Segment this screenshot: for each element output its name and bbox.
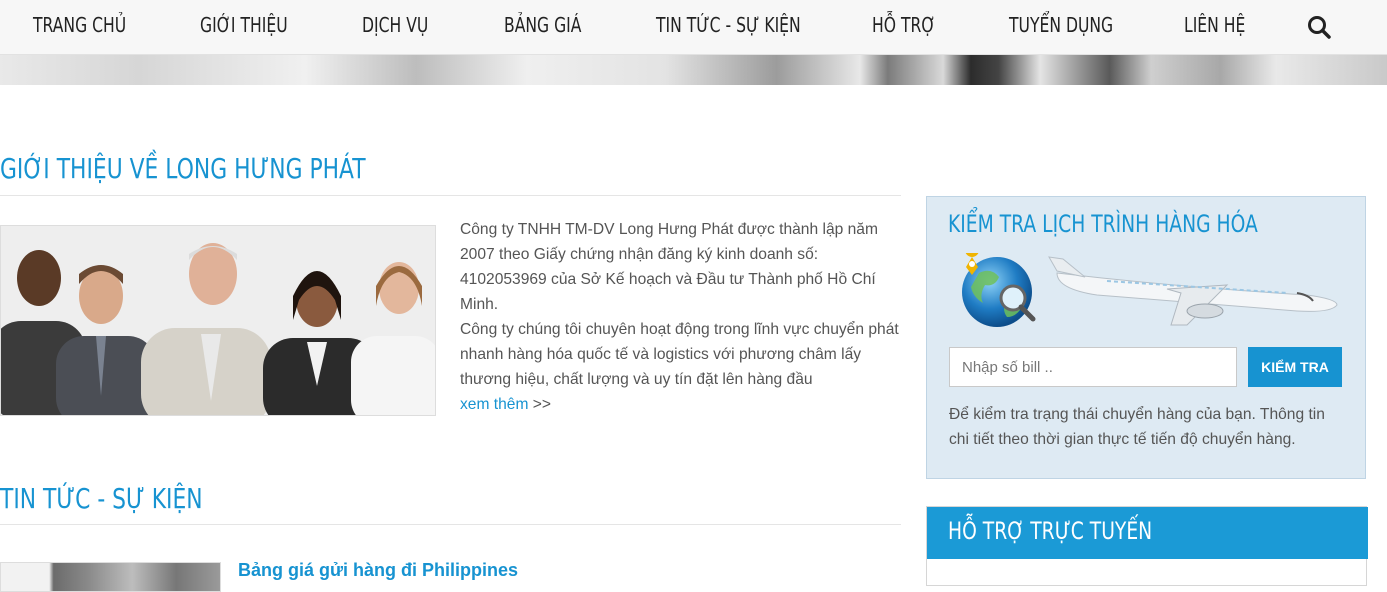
- read-more-link[interactable]: xem thêm: [460, 396, 528, 413]
- about-paragraph-2: Công ty chúng tôi chuyên hoạt động trong…: [460, 321, 899, 388]
- section-divider: [0, 195, 901, 196]
- nav-item-contact[interactable]: LIÊN HỆ: [1184, 13, 1263, 38]
- section-divider: [0, 524, 901, 525]
- search-icon[interactable]: [1306, 14, 1332, 40]
- news-item-thumbnail[interactable]: [0, 562, 221, 592]
- read-more-line: xem thêm >>: [460, 392, 900, 417]
- team-photo: [0, 225, 436, 416]
- about-section-title: GIỚI THIỆU VỀ LONG HƯNG PHÁT: [0, 152, 366, 185]
- about-intro-text: Công ty TNHH TM-DV Long Hưng Phát được t…: [460, 217, 900, 417]
- nav-item-home[interactable]: TRANG CHỦ: [33, 13, 152, 38]
- support-panel-title: HỖ TRỢ TRỰC TUYẾN: [948, 517, 1153, 545]
- nav-item-label: TIN TỨC - SỰ KIỆN: [656, 13, 801, 37]
- tracking-panel-title: KIỂM TRA LỊCH TRÌNH HÀNG HÓA: [948, 210, 1258, 238]
- support-panel-header: HỖ TRỢ TRỰC TUYẾN: [927, 507, 1368, 559]
- globe-airplane-illustration: [962, 253, 1338, 327]
- news-item-title-link[interactable]: Bảng giá gửi hàng đi Philippines: [238, 560, 518, 581]
- nav-item-news[interactable]: TIN TỨC - SỰ KIỆN: [656, 13, 842, 38]
- check-tracking-button[interactable]: KIỂM TRA: [1248, 347, 1342, 387]
- header-banner-strip: [0, 55, 1387, 85]
- nav-item-careers[interactable]: TUYỂN DỤNG: [1009, 13, 1143, 38]
- news-section-title: TIN TỨC - SỰ KIỆN: [0, 482, 203, 515]
- tracking-description: Để kiểm tra trạng thái chuyển hàng của b…: [949, 406, 1325, 448]
- nav-item-label: DỊCH VỤ: [362, 13, 429, 37]
- shipment-tracking-panel: KIỂM TRA LỊCH TRÌNH HÀNG HÓA KIỂM TRA Để…: [926, 196, 1366, 479]
- nav-item-pricing[interactable]: BẢNG GIÁ: [504, 13, 603, 38]
- nav-item-services[interactable]: DỊCH VỤ: [362, 13, 447, 38]
- nav-item-label: TRANG CHỦ: [33, 13, 127, 37]
- nav-item-support[interactable]: HỖ TRỢ: [872, 13, 954, 38]
- nav-item-label: GIỚI THIỆU: [200, 13, 288, 37]
- nav-item-label: TUYỂN DỤNG: [1009, 13, 1114, 37]
- about-paragraph-1: Công ty TNHH TM-DV Long Hưng Phát được t…: [460, 221, 878, 313]
- read-more-arrows: >>: [528, 396, 552, 413]
- nav-item-label: BẢNG GIÁ: [504, 13, 582, 37]
- nav-item-label: HỖ TRỢ: [872, 13, 936, 37]
- nav-item-about[interactable]: GIỚI THIỆU: [200, 13, 312, 38]
- online-support-panel: HỖ TRỢ TRỰC TUYẾN: [926, 506, 1368, 586]
- main-navigation: TRANG CHỦ GIỚI THIỆU DỊCH VỤ BẢNG GIÁ TI…: [0, 0, 1387, 55]
- bill-number-input[interactable]: [949, 347, 1237, 387]
- nav-item-label: LIÊN HỆ: [1184, 13, 1246, 37]
